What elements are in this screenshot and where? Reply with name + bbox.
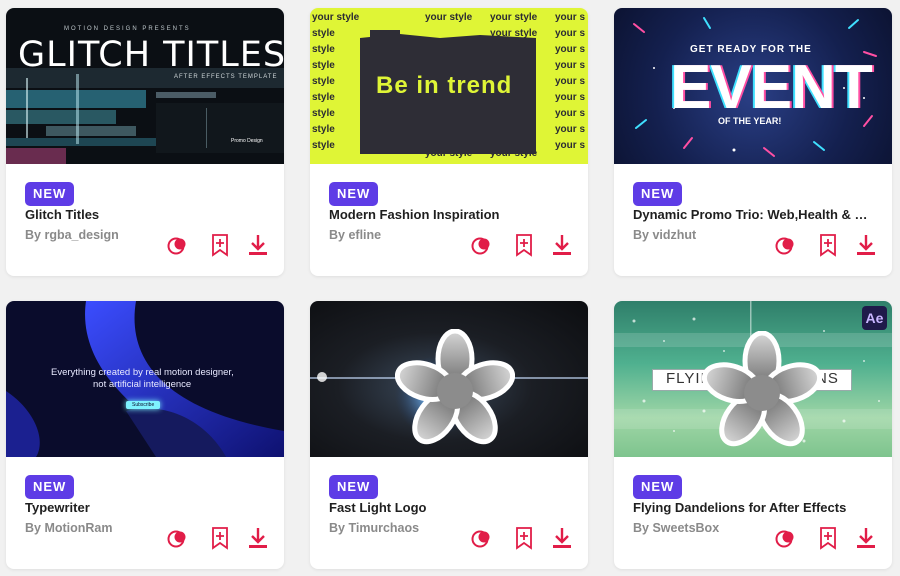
thumb-button: Subscribe [126,401,161,409]
card-author[interactable]: By MotionRam [25,519,113,537]
thumbnail[interactable]: Everything created by real motion design… [6,301,284,457]
download-icon[interactable] [246,526,270,550]
svg-text:style: style [312,28,335,39]
loading-placeholder-icon [702,331,822,447]
card-title[interactable]: Flying Dandelions for After Effects [633,499,873,517]
svg-text:style: style [312,140,335,151]
svg-text:your style: your style [490,12,538,23]
card-actions [470,233,574,257]
thumb-line2: not artificial intelligence [93,379,192,390]
svg-text:your s: your s [555,44,585,55]
thumbnail[interactable]: your style your style your style your s sty… [310,8,588,164]
card-author[interactable]: By vidzhut [633,226,696,244]
card-title[interactable]: Dynamic Promo Trio: Web,Health & Creativ… [633,206,873,224]
card-title[interactable]: Glitch Titles [25,206,265,224]
template-card[interactable]: FLYIN NS Ae NEW Flying Dandelions for Af… [614,301,892,569]
new-badge: NEW [25,182,75,206]
thumb-sub: OF THE YEAR! [718,116,782,126]
bookmark-add-icon[interactable] [816,526,840,550]
card-author[interactable]: By Timurchaos [329,519,419,537]
download-icon[interactable] [854,526,878,550]
thumb-kicker: MOTION DESIGN PRESENTS [64,26,191,32]
svg-text:your s: your s [555,108,585,119]
loading-placeholder-icon [395,329,515,445]
card-author[interactable]: By rgba_design [25,226,119,244]
thumb-headline: EVENT [670,53,873,122]
svg-text:style: style [312,76,335,87]
bookmark-add-icon[interactable] [208,233,232,257]
download-icon[interactable] [550,526,574,550]
svg-text:your s: your s [555,60,585,71]
download-icon[interactable] [854,233,878,257]
download-icon[interactable] [246,233,270,257]
svg-text:style: style [312,60,335,71]
template-card[interactable]: your style your style your style your s sty… [310,8,588,276]
template-card[interactable]: MOTION DESIGN PRESENTS GLITCH TITLES AFT… [6,8,284,276]
svg-text:your s: your s [555,28,585,39]
bookmark-add-icon[interactable] [512,526,536,550]
color-swatch-icon[interactable] [470,233,494,257]
svg-text:your s: your s [555,124,585,135]
new-badge: NEW [25,475,75,499]
download-icon[interactable] [550,233,574,257]
thumb-headline: Be in trend [376,72,513,99]
svg-text:your style: your style [312,12,360,23]
card-author[interactable]: By efline [329,226,381,244]
template-card[interactable]: Everything created by real motion design… [6,301,284,569]
thumbnail[interactable]: GET READY FOR THE EVENT OF THE YEAR! [614,8,892,164]
svg-text:style: style [312,44,335,55]
new-badge: NEW [329,182,379,206]
color-swatch-icon[interactable] [470,526,494,550]
color-swatch-icon[interactable] [166,233,190,257]
card-actions [470,526,574,550]
svg-text:your s: your s [555,12,585,23]
color-swatch-icon[interactable] [166,526,190,550]
svg-text:your s: your s [555,92,585,103]
svg-text:style: style [312,124,335,135]
card-actions [774,526,878,550]
thumb-headline: GLITCH TITLES [18,35,284,75]
new-badge: NEW [633,182,683,206]
thumbnail[interactable] [310,301,588,457]
svg-text:style: style [312,108,335,119]
template-card[interactable]: GET READY FOR THE EVENT OF THE YEAR! NEW… [614,8,892,276]
thumb-line1: Everything created by real motion design… [51,367,234,378]
bookmark-add-icon[interactable] [512,233,536,257]
svg-text:your style: your style [425,12,473,23]
card-actions [774,233,878,257]
bookmark-add-icon[interactable] [816,233,840,257]
color-swatch-icon[interactable] [774,526,798,550]
new-badge: NEW [633,475,683,499]
template-card[interactable]: NEW Fast Light Logo By Timurchaos [310,301,588,569]
card-author[interactable]: By SweetsBox [633,519,719,537]
after-effects-icon: Ae [862,306,887,330]
thumb-sub: AFTER EFFECTS TEMPLATE [174,74,278,80]
card-actions [166,526,270,550]
thumbnail[interactable]: FLYIN NS Ae [614,301,892,457]
card-actions [166,233,270,257]
bookmark-add-icon[interactable] [208,526,232,550]
thumbnail[interactable]: MOTION DESIGN PRESENTS GLITCH TITLES AFT… [6,8,284,164]
svg-text:style: style [312,92,335,103]
new-badge: NEW [329,475,379,499]
svg-text:your s: your s [555,140,585,151]
svg-text:your s: your s [555,76,585,87]
card-title[interactable]: Fast Light Logo [329,499,569,517]
card-title[interactable]: Typewriter [25,499,265,517]
card-title[interactable]: Modern Fashion Inspiration [329,206,569,224]
thumb-corner: Promo Design [231,138,263,144]
color-swatch-icon[interactable] [774,233,798,257]
